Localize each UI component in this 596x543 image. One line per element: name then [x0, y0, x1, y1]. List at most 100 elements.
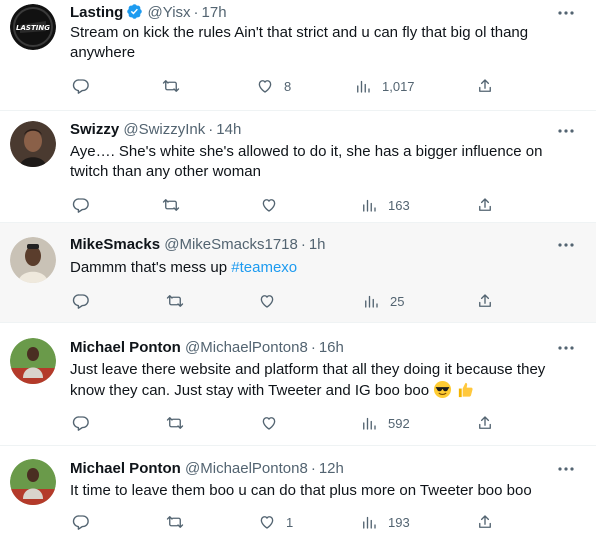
share-button[interactable] [476, 76, 494, 96]
tweet-actions: 592 [70, 413, 500, 433]
reply-button[interactable] [72, 76, 100, 96]
timestamp[interactable]: 14h [216, 121, 241, 138]
avatar-photo [10, 459, 56, 505]
replies-feed: LASTING Lasting @Yisx · 17h Stream on kick… [0, 0, 596, 543]
views-button[interactable]: 163 [360, 195, 410, 215]
reply-button[interactable] [72, 195, 100, 215]
handle[interactable]: @MikeSmacks1718 [164, 236, 298, 253]
timestamp[interactable]: 16h [319, 339, 344, 356]
more-dots-icon[interactable] [556, 122, 576, 140]
retweet-button[interactable] [166, 413, 194, 433]
retweet-button[interactable] [162, 195, 190, 215]
more-dots-icon[interactable] [556, 460, 576, 478]
views-chart-icon [360, 196, 378, 214]
tweet[interactable]: LASTING Lasting @Yisx · 17h Stream on kick… [0, 0, 596, 111]
tweet-text: Aye…. She's white she's allowed to do it… [70, 143, 543, 180]
tweet-header: Michael Ponton @MichaelPonton8 · 16h [70, 339, 556, 357]
avatar[interactable] [10, 459, 56, 505]
retweet-icon [166, 292, 184, 310]
retweet-button[interactable] [166, 291, 194, 311]
tweet-header: Swizzy @SwizzyInk · 14h [70, 121, 556, 139]
avatar[interactable] [10, 237, 56, 283]
reply-button[interactable] [72, 512, 100, 532]
like-button[interactable] [260, 195, 288, 215]
tweet[interactable]: Michael Ponton @MichaelPonton8 · 16h Just … [0, 323, 596, 446]
display-name[interactable]: MikeSmacks [70, 236, 160, 253]
view-count: 592 [388, 415, 410, 431]
tweet-header: MikeSmacks @MikeSmacks1718 · 1h [70, 236, 556, 254]
tweet-header: Lasting @Yisx · 17h [70, 3, 556, 25]
views-chart-icon [360, 513, 378, 531]
reply-icon [72, 77, 90, 95]
more-dots-icon[interactable] [556, 339, 576, 357]
like-count: 8 [284, 78, 292, 94]
tweet-actions: 25 [70, 291, 500, 311]
separator-dot: · [208, 121, 214, 138]
handle[interactable]: @SwizzyInk [123, 121, 205, 138]
tweet[interactable]: MikeSmacks @MikeSmacks1718 · 1h Dammm that… [0, 223, 596, 323]
views-chart-icon [362, 292, 380, 310]
reply-button[interactable] [72, 413, 100, 433]
like-button[interactable]: 1 [258, 512, 293, 532]
like-button[interactable] [260, 413, 288, 433]
tweet[interactable]: Michael Ponton @MichaelPonton8 · 12h It ti… [0, 446, 596, 543]
views-button[interactable]: 193 [360, 512, 410, 532]
view-count: 163 [388, 197, 410, 213]
handle[interactable]: @MichaelPonton8 [185, 460, 308, 477]
avatar-photo [10, 338, 56, 384]
view-count: 1,017 [382, 78, 415, 94]
avatar[interactable] [10, 121, 56, 167]
handle[interactable]: @MichaelPonton8 [185, 339, 308, 356]
reply-button[interactable] [72, 291, 100, 311]
like-button[interactable]: 8 [256, 76, 291, 96]
reply-icon [72, 414, 90, 432]
retweet-icon [162, 77, 180, 95]
more-dots-icon[interactable] [556, 4, 576, 22]
share-icon [476, 196, 494, 214]
hashtag-link[interactable]: #teamexo [231, 259, 297, 276]
verified-badge-icon [126, 3, 143, 25]
separator-dot: · [310, 460, 316, 477]
retweet-button[interactable] [166, 512, 194, 532]
more-dots-icon[interactable] [556, 236, 576, 254]
display-name[interactable]: Michael Ponton [70, 460, 181, 477]
retweet-icon [162, 196, 180, 214]
like-count: 1 [286, 514, 294, 530]
share-button[interactable] [476, 291, 494, 311]
share-button[interactable] [476, 512, 494, 532]
display-name[interactable]: Michael Ponton [70, 339, 181, 356]
tweet-header: Michael Ponton @MichaelPonton8 · 12h [70, 460, 556, 478]
reply-icon [72, 513, 90, 531]
avatar[interactable] [10, 338, 56, 384]
tweet-text-body: Dammm that's mess up [70, 259, 232, 276]
share-icon [476, 414, 494, 432]
reply-icon [72, 292, 90, 310]
views-button[interactable]: 1,017 [354, 76, 415, 96]
views-chart-icon [360, 414, 378, 432]
avatar[interactable]: LASTING [10, 4, 56, 50]
views-button[interactable]: 25 [362, 291, 404, 311]
heart-icon [260, 414, 278, 432]
reply-icon [72, 196, 90, 214]
display-name[interactable]: Swizzy [70, 121, 119, 138]
view-count: 25 [390, 293, 405, 309]
views-button[interactable]: 592 [360, 413, 410, 433]
thumbs-up-emoji [456, 380, 475, 405]
retweet-button[interactable] [162, 76, 190, 96]
display-name[interactable]: Lasting [70, 4, 123, 21]
timestamp[interactable]: 1h [309, 236, 326, 253]
avatar-lasting-logo: LASTING [10, 4, 56, 50]
like-button[interactable] [258, 291, 286, 311]
tweet-text: It time to leave them boo u can do that … [70, 482, 532, 499]
share-icon [476, 292, 494, 310]
timestamp[interactable]: 12h [319, 460, 344, 477]
share-button[interactable] [476, 413, 494, 433]
views-chart-icon [354, 77, 372, 95]
tweet[interactable]: Swizzy @SwizzyInk · 14h Aye…. She's white … [0, 111, 596, 223]
share-icon [476, 77, 494, 95]
separator-dot: · [193, 4, 199, 21]
share-button[interactable] [476, 195, 494, 215]
tweet-actions: 8 1,017 [70, 76, 500, 96]
handle[interactable]: @Yisx [148, 4, 191, 21]
timestamp[interactable]: 17h [202, 4, 227, 21]
